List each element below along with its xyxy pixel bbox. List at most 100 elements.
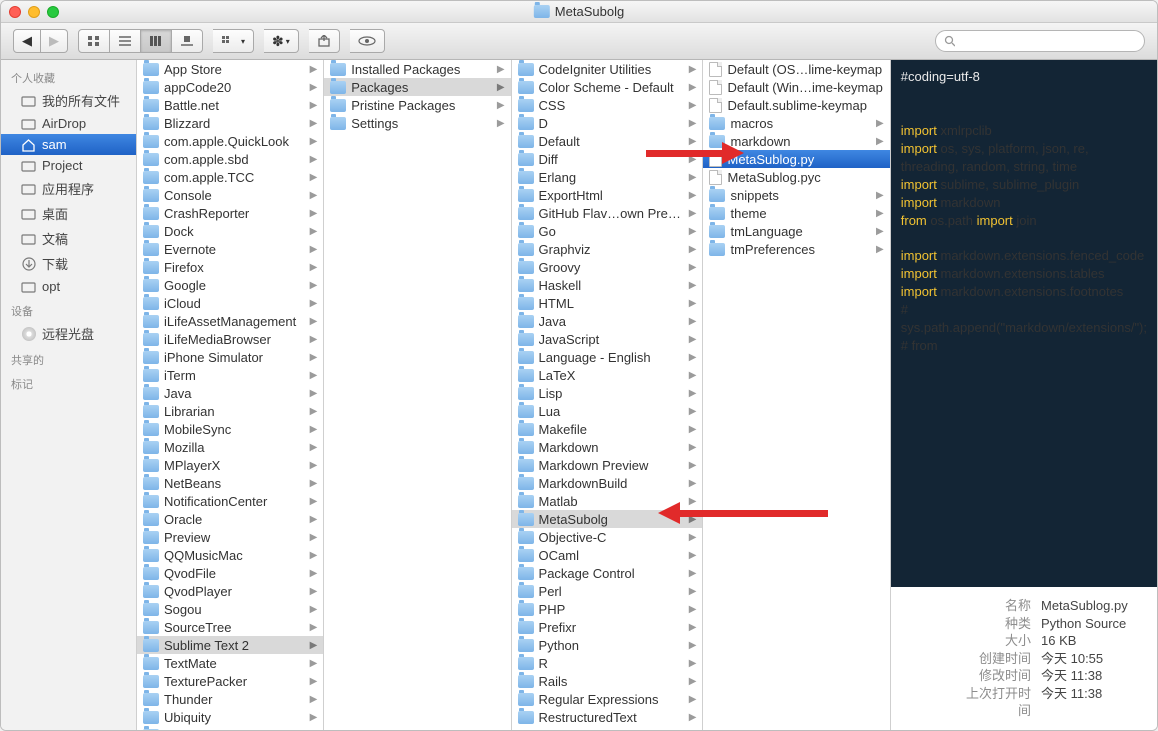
file-row[interactable]: macros▶: [703, 114, 889, 132]
file-row[interactable]: Mozilla▶: [137, 438, 323, 456]
sidebar-item[interactable]: opt: [1, 276, 136, 297]
file-row[interactable]: Dock▶: [137, 222, 323, 240]
file-row[interactable]: App Store▶: [137, 60, 323, 78]
file-row[interactable]: theme▶: [703, 204, 889, 222]
file-row[interactable]: Pristine Packages▶: [324, 96, 510, 114]
sidebar-item[interactable]: 下载: [1, 251, 136, 276]
file-row[interactable]: snippets▶: [703, 186, 889, 204]
file-row[interactable]: GitHub Flav…own Preview▶: [512, 204, 703, 222]
column-view[interactable]: [141, 29, 172, 53]
file-row[interactable]: Graphviz▶: [512, 240, 703, 258]
action-button[interactable]: ✽▾: [264, 29, 299, 53]
file-row[interactable]: PHP▶: [512, 600, 703, 618]
sidebar-item[interactable]: sam: [1, 134, 136, 155]
column-1[interactable]: App Store▶appCode20▶Battle.net▶Blizzard▶…: [137, 60, 324, 730]
file-row[interactable]: Perl▶: [512, 582, 703, 600]
file-row[interactable]: Google▶: [137, 276, 323, 294]
file-row[interactable]: TexturePacker▶: [137, 672, 323, 690]
file-row[interactable]: NotificationCenter▶: [137, 492, 323, 510]
file-row[interactable]: LaTeX▶: [512, 366, 703, 384]
file-row[interactable]: ExportHtml▶: [512, 186, 703, 204]
file-row[interactable]: iLifeMediaBrowser▶: [137, 330, 323, 348]
file-row[interactable]: QvodPlayer▶: [137, 582, 323, 600]
file-row[interactable]: Python▶: [512, 636, 703, 654]
file-row[interactable]: Erlang▶: [512, 168, 703, 186]
file-row[interactable]: Matlab▶: [512, 492, 703, 510]
file-row[interactable]: Markdown Preview▶: [512, 456, 703, 474]
search-input[interactable]: [955, 34, 1136, 48]
list-view[interactable]: [110, 29, 141, 53]
sidebar-item[interactable]: 文稿: [1, 226, 136, 251]
file-row[interactable]: Librarian▶: [137, 402, 323, 420]
icon-view[interactable]: [78, 29, 110, 53]
file-row[interactable]: Markdown▶: [512, 438, 703, 456]
close-button[interactable]: [9, 6, 21, 18]
file-row[interactable]: Console▶: [137, 186, 323, 204]
forward-button[interactable]: ▶: [41, 29, 68, 53]
file-row[interactable]: MPlayerX▶: [137, 456, 323, 474]
file-row[interactable]: tmPreferences▶: [703, 240, 889, 258]
file-row[interactable]: Sublime Text 2▶: [137, 636, 323, 654]
file-row[interactable]: Groovy▶: [512, 258, 703, 276]
file-row[interactable]: Thunder▶: [137, 690, 323, 708]
file-row[interactable]: Regular Expressions▶: [512, 690, 703, 708]
file-row[interactable]: Rails▶: [512, 672, 703, 690]
column-3[interactable]: CodeIgniter Utilities▶Color Scheme - Def…: [512, 60, 704, 730]
file-row[interactable]: Default.sublime-keymap: [703, 96, 889, 114]
sidebar-item[interactable]: AirDrop: [1, 113, 136, 134]
file-row[interactable]: Lisp▶: [512, 384, 703, 402]
file-row[interactable]: Objective-C▶: [512, 528, 703, 546]
file-row[interactable]: iTerm▶: [137, 366, 323, 384]
file-row[interactable]: Diff▶: [512, 150, 703, 168]
file-row[interactable]: Color Scheme - Default▶: [512, 78, 703, 96]
file-row[interactable]: CSS▶: [512, 96, 703, 114]
file-row[interactable]: CrashReporter▶: [137, 204, 323, 222]
file-row[interactable]: Evernote▶: [137, 240, 323, 258]
arrange-button[interactable]: ▾: [213, 29, 254, 53]
file-row[interactable]: QvodFile▶: [137, 564, 323, 582]
file-row[interactable]: RestructuredText▶: [512, 708, 703, 726]
file-row[interactable]: Installed Packages▶: [324, 60, 510, 78]
search-field[interactable]: [935, 30, 1145, 52]
file-row[interactable]: markdown▶: [703, 132, 889, 150]
file-row[interactable]: Default (OS…lime-keymap: [703, 60, 889, 78]
file-row[interactable]: MetaSublog.py: [703, 150, 889, 168]
file-row[interactable]: com.apple.QuickLook▶: [137, 132, 323, 150]
file-row[interactable]: MarkdownBuild▶: [512, 474, 703, 492]
minimize-button[interactable]: [28, 6, 40, 18]
file-row[interactable]: NetBeans▶: [137, 474, 323, 492]
zoom-button[interactable]: [47, 6, 59, 18]
file-row[interactable]: CodeIgniter Utilities▶: [512, 60, 703, 78]
file-row[interactable]: Blizzard▶: [137, 114, 323, 132]
file-row[interactable]: Java▶: [512, 312, 703, 330]
file-row[interactable]: MetaSublog.pyc: [703, 168, 889, 186]
file-row[interactable]: com.apple.TCC▶: [137, 168, 323, 186]
file-row[interactable]: Settings▶: [324, 114, 510, 132]
file-row[interactable]: TextMate▶: [137, 654, 323, 672]
file-row[interactable]: D▶: [512, 114, 703, 132]
file-row[interactable]: Prefixr▶: [512, 618, 703, 636]
file-row[interactable]: Go▶: [512, 222, 703, 240]
file-row[interactable]: tmLanguage▶: [703, 222, 889, 240]
tags-button[interactable]: [350, 29, 385, 53]
file-row[interactable]: MobileSync▶: [137, 420, 323, 438]
file-row[interactable]: OCaml▶: [512, 546, 703, 564]
file-row[interactable]: Firefox▶: [137, 258, 323, 276]
file-row[interactable]: iCloud▶: [137, 294, 323, 312]
file-row[interactable]: HTML▶: [512, 294, 703, 312]
file-row[interactable]: Battle.net▶: [137, 96, 323, 114]
file-row[interactable]: Lua▶: [512, 402, 703, 420]
file-row[interactable]: Default▶: [512, 132, 703, 150]
coverflow-view[interactable]: [172, 29, 203, 53]
file-row[interactable]: MetaSubolg▶: [512, 510, 703, 528]
file-row[interactable]: Package Control▶: [512, 564, 703, 582]
sidebar-item[interactable]: Project: [1, 155, 136, 176]
file-row[interactable]: appCode20▶: [137, 78, 323, 96]
file-row[interactable]: Haskell▶: [512, 276, 703, 294]
file-row[interactable]: Xcode▶: [137, 726, 323, 730]
file-row[interactable]: Oracle▶: [137, 510, 323, 528]
file-row[interactable]: JavaScript▶: [512, 330, 703, 348]
file-row[interactable]: iLifeAssetManagement▶: [137, 312, 323, 330]
sidebar-item[interactable]: 桌面: [1, 201, 136, 226]
file-row[interactable]: com.apple.sbd▶: [137, 150, 323, 168]
